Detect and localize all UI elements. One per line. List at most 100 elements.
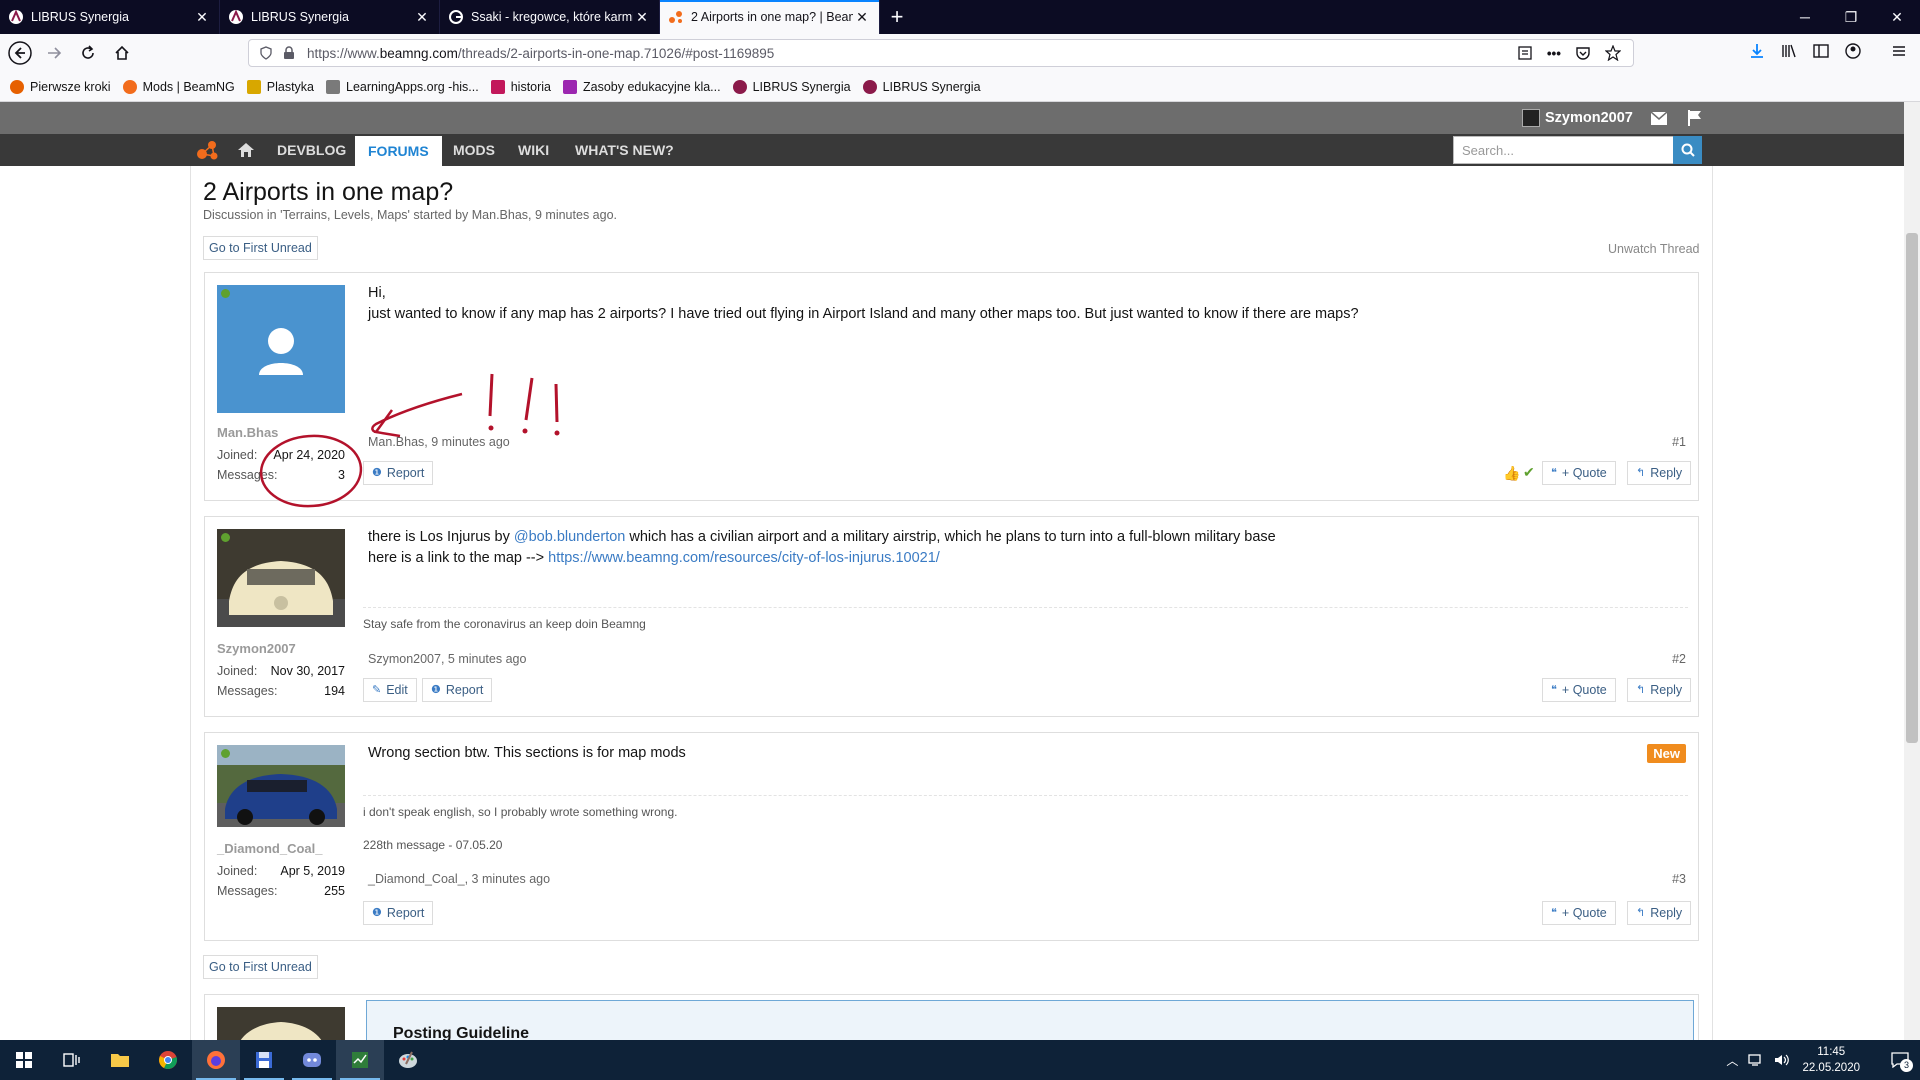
url-bar[interactable]: https://www.beamng.com/threads/2-airport… — [248, 39, 1634, 67]
show-hidden-icons-icon[interactable]: ︿ — [1726, 1052, 1738, 1069]
window-controls: ─ ❐ ✕ — [1782, 0, 1920, 34]
reader-view-icon[interactable] — [1517, 45, 1533, 61]
restore-icon[interactable]: ❐ — [1828, 0, 1874, 34]
post-2: Szymon2007 Joined: Nov 30, 2017 Messages:… — [204, 516, 1699, 717]
tab-beamng-active[interactable]: 2 Airports in one map? | BeamNG ✕ — [660, 0, 880, 34]
close-window-icon[interactable]: ✕ — [1874, 0, 1920, 34]
avatar-car[interactable] — [217, 529, 345, 627]
edit-button[interactable]: ✎ Edit — [363, 678, 417, 702]
user-mention-link[interactable]: @bob.blunderton — [514, 529, 625, 545]
report-button[interactable]: ❶ Report — [363, 901, 434, 925]
go-first-unread-button[interactable]: Go to First Unread — [203, 236, 318, 260]
taskbar-task-manager[interactable] — [336, 1040, 384, 1080]
library-icon[interactable] — [1780, 42, 1798, 60]
bookmark-item[interactable]: Pierwsze kroki — [10, 79, 111, 94]
user-avatar-small[interactable] — [1522, 109, 1540, 127]
quote-icon: ❝ — [1551, 467, 1557, 479]
tab-librus-1[interactable]: LIBRUS Synergia ✕ — [0, 0, 220, 34]
quote-button[interactable]: ❝ + Quote — [1542, 461, 1616, 485]
close-tab-icon[interactable]: ✕ — [853, 9, 871, 26]
quote-button[interactable]: ❝ + Quote — [1542, 901, 1616, 925]
post-username[interactable]: Szymon2007 — [217, 641, 296, 656]
task-view-button[interactable] — [48, 1040, 96, 1080]
reply-button[interactable]: ↰ Reply — [1627, 678, 1692, 702]
taskbar-paint[interactable] — [384, 1040, 432, 1080]
volume-icon[interactable] — [1774, 1053, 1790, 1067]
close-tab-icon[interactable]: ✕ — [633, 9, 651, 26]
like-icon[interactable]: 👍 — [1503, 465, 1520, 482]
username-link[interactable]: Szymon2007 — [1545, 110, 1633, 126]
bookmark-item[interactable]: Mods | BeamNG — [122, 79, 235, 94]
nav-whats-new[interactable]: WHAT'S NEW? — [575, 134, 674, 166]
post-number[interactable]: #1 — [1672, 435, 1686, 449]
reply-button[interactable]: ↰ Reply — [1627, 901, 1692, 925]
avatar-default[interactable] — [217, 285, 345, 413]
beamng-logo-icon[interactable] — [196, 140, 220, 162]
back-button[interactable] — [4, 37, 36, 69]
new-tab-button[interactable]: + — [880, 0, 914, 34]
report-button[interactable]: ❶ Report — [363, 461, 434, 485]
nav-mods[interactable]: MODS — [453, 134, 495, 166]
clock[interactable]: 11:45 22.05.2020 — [1802, 1044, 1860, 1076]
more-actions-icon[interactable]: ••• — [1547, 46, 1561, 61]
bookmark-item[interactable]: LIBRUS Synergia — [862, 79, 981, 94]
start-button[interactable] — [0, 1040, 48, 1080]
tab-ssaki[interactable]: Ssaki - kregowce, które karmią ✕ — [440, 0, 660, 34]
page-title: 2 Airports in one map? — [203, 178, 454, 206]
account-icon[interactable] — [1844, 42, 1862, 60]
site-search-input[interactable]: Search... — [1453, 136, 1702, 164]
scrollbar-thumb[interactable] — [1906, 233, 1918, 743]
nav-wiki[interactable]: WIKI — [518, 134, 549, 166]
avatar-car[interactable] — [217, 745, 345, 827]
unwatch-thread-link[interactable]: Unwatch Thread — [1608, 242, 1700, 256]
flag-icon[interactable] — [1688, 110, 1702, 126]
post-meta[interactable]: Man.Bhas, 9 minutes ago — [368, 435, 510, 449]
lock-icon[interactable] — [283, 46, 295, 60]
go-first-unread-button-bottom[interactable]: Go to First Unread — [203, 955, 318, 979]
nav-forums[interactable]: FORUMS — [355, 136, 442, 166]
info-icon: ❶ — [431, 684, 441, 696]
bookmark-item[interactable]: LearningApps.org -his... — [326, 79, 479, 94]
nav-devblog[interactable]: DEVBLOG — [277, 134, 346, 166]
map-link[interactable]: https://www.beamng.com/resources/city-of… — [548, 550, 940, 566]
tab-librus-2[interactable]: LIBRUS Synergia ✕ — [220, 0, 440, 34]
bookmark-item[interactable]: LIBRUS Synergia — [732, 79, 851, 94]
taskbar-firefox[interactable] — [192, 1040, 240, 1080]
post-number[interactable]: #3 — [1672, 872, 1686, 886]
action-center-button[interactable]: 3 — [1880, 1040, 1920, 1080]
reload-button[interactable] — [72, 37, 104, 69]
bookmark-star-icon[interactable] — [1605, 45, 1621, 61]
post-meta[interactable]: Szymon2007, 5 minutes ago — [368, 652, 526, 666]
taskbar-save-app[interactable] — [240, 1040, 288, 1080]
post-meta[interactable]: _Diamond_Coal_, 3 minutes ago — [368, 872, 550, 886]
plastyka-icon — [246, 79, 261, 94]
report-button[interactable]: ❶ Report — [422, 678, 493, 702]
post-number[interactable]: #2 — [1672, 652, 1686, 666]
shield-icon[interactable] — [259, 46, 273, 60]
post-username[interactable]: _Diamond_Coal_ — [217, 841, 322, 856]
bookmark-item[interactable]: Zasoby edukacyjne kla... — [563, 79, 721, 94]
taskbar-discord[interactable] — [288, 1040, 336, 1080]
menu-icon[interactable] — [1890, 42, 1908, 60]
home-icon[interactable] — [238, 143, 254, 157]
taskbar-chrome[interactable] — [144, 1040, 192, 1080]
bookmark-item[interactable]: historia — [490, 79, 551, 94]
checkmark-icon[interactable]: ✔ — [1523, 464, 1535, 481]
post-username[interactable]: Man.Bhas — [217, 425, 278, 440]
reply-button[interactable]: ↰ Reply — [1627, 461, 1692, 485]
taskbar-explorer[interactable] — [96, 1040, 144, 1080]
close-tab-icon[interactable]: ✕ — [193, 9, 211, 26]
search-button[interactable] — [1673, 136, 1702, 164]
quote-button[interactable]: ❝ + Quote — [1542, 678, 1616, 702]
network-icon[interactable] — [1748, 1053, 1764, 1067]
bookmark-item[interactable]: Plastyka — [246, 79, 314, 94]
close-tab-icon[interactable]: ✕ — [413, 9, 431, 26]
minimize-icon[interactable]: ─ — [1782, 0, 1828, 34]
envelope-icon[interactable] — [1651, 112, 1667, 125]
download-icon[interactable] — [1748, 42, 1766, 60]
forward-button[interactable] — [38, 37, 70, 69]
sidebar-icon[interactable] — [1812, 42, 1830, 60]
home-button[interactable] — [106, 37, 138, 69]
google-icon — [449, 10, 463, 24]
pocket-icon[interactable] — [1575, 45, 1591, 61]
